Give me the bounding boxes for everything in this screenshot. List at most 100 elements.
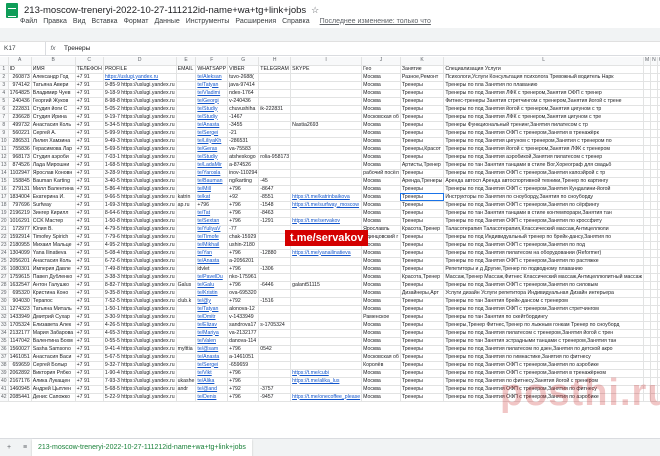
table-cell[interactable]: Bauman Karting (31, 177, 76, 186)
row-number[interactable]: 30 (0, 297, 9, 306)
table-cell[interactable]: Москва (361, 385, 401, 394)
header-cell[interactable]: VIBER (227, 65, 260, 74)
table-cell[interactable]: Москва (361, 257, 401, 266)
table-cell[interactable]: Тренеры по тан Занятия танцами в стиле В… (443, 161, 644, 170)
table-cell[interactable]: Сергей А. (31, 129, 76, 138)
table-cell[interactable]: Yana Ilinatieva (31, 249, 76, 258)
table-cell[interactable] (258, 89, 292, 98)
column-header[interactable]: E (176, 57, 197, 66)
table-cell[interactable] (176, 225, 197, 234)
table-cell[interactable] (650, 105, 658, 114)
table-cell[interactable] (290, 345, 363, 354)
add-sheet-button[interactable]: + (0, 444, 18, 451)
column-header[interactable]: F (195, 57, 229, 66)
table-cell[interactable]: Услуги дизайн Услуги репетитора Индивиду… (443, 289, 644, 298)
header-cell[interactable]: ТЕЛЕФОН (75, 65, 104, 74)
table-cell[interactable] (643, 273, 652, 282)
table-cell[interactable] (176, 337, 197, 346)
table-cell[interactable] (290, 361, 363, 370)
table-cell[interactable]: Москва (361, 281, 401, 290)
table-cell[interactable] (650, 249, 658, 258)
table-cell[interactable] (650, 313, 658, 322)
table-cell[interactable] (176, 177, 197, 186)
row-number[interactable]: 37 (0, 353, 9, 362)
table-cell[interactable]: Анастасия Коль (31, 121, 76, 130)
table-cell[interactable]: Массаж,Тренер Массаж,Фитнес Классический… (443, 273, 644, 282)
table-cell[interactable]: Тренеры (400, 81, 445, 90)
table-cell[interactable] (258, 353, 292, 362)
table-cell[interactable] (176, 153, 197, 162)
table-cell[interactable]: Михаил Мальце (31, 241, 76, 250)
table-cell[interactable]: Тренеры (400, 393, 445, 402)
table-cell[interactable]: 1-90-4 https://uslugi.yandex.ru (103, 369, 177, 378)
table-cell[interactable]: 5-05-2 https://uslugi.yandex.ru (103, 105, 177, 114)
table-cell[interactable]: 1-50-8 https://uslugi.yandex.ru (103, 217, 177, 226)
column-header[interactable]: A (8, 57, 32, 66)
table-cell[interactable]: Москва (361, 193, 401, 202)
table-cell[interactable]: -286531 (227, 137, 260, 146)
table-cell[interactable]: a-1461051 (227, 353, 260, 362)
table-cell[interactable]: 9-66-5 https://uslugi.yandex.ru (103, 193, 177, 202)
table-cell[interactable] (650, 225, 658, 234)
table-cell[interactable]: рабочий посёл (361, 169, 401, 178)
table-cell[interactable]: 7-49-8 https://uslugi.yandex.ru (103, 265, 177, 274)
table-cell[interactable]: Фитнес-тренеры Занятия стретчингом с тре… (443, 97, 644, 106)
table-cell[interactable]: Тренеры (400, 313, 445, 322)
table-cell[interactable]: 1592914 (8, 233, 32, 242)
table-cell[interactable] (643, 113, 652, 122)
table-cell[interactable]: Психологи,Услуги Консультация психолога … (443, 73, 644, 82)
table-cell[interactable] (290, 305, 363, 314)
table-cell[interactable]: 5-68-5 https://uslugi.yandex.ru (103, 385, 177, 394)
table-cell[interactable] (176, 209, 197, 218)
table-cell[interactable]: 4-26-5 https://uslugi.yandex.ru (103, 321, 177, 330)
table-cell[interactable] (643, 289, 652, 298)
table-cell[interactable] (176, 289, 197, 298)
row-number[interactable]: 28 (0, 281, 9, 290)
table-cell[interactable]: +7 91 (75, 89, 104, 98)
table-cell[interactable] (290, 113, 363, 122)
table-cell[interactable] (643, 217, 652, 226)
table-cell[interactable]: Тренеры (400, 345, 445, 354)
table-cell[interactable]: +796 (227, 393, 260, 402)
table-cell[interactable]: ap.ru (176, 201, 197, 210)
table-cell[interactable]: Тренеры по под Занятия ОФП с тренером,За… (443, 169, 644, 178)
table-cell[interactable]: 7-79-6 https://uslugi.yandex.ru (103, 233, 177, 242)
table-cell[interactable] (650, 193, 658, 202)
table-cell[interactable] (650, 265, 658, 274)
row-number[interactable]: 2 (0, 73, 9, 82)
table-cell[interactable]: Тренеры (400, 361, 445, 370)
table-cell[interactable]: Москва (361, 329, 401, 338)
table-cell[interactable]: 2085441 (8, 393, 32, 402)
table-cell[interactable] (290, 89, 363, 98)
table-cell[interactable]: Сергей Болыр (31, 361, 76, 370)
table-cell[interactable] (643, 185, 652, 194)
table-cell[interactable]: 236628 (8, 113, 32, 122)
table-cell[interactable]: 5-34-5 https://uslugi.yandex.ru (103, 121, 177, 130)
formula-input[interactable]: Тренеры (60, 45, 90, 52)
table-cell[interactable] (176, 121, 197, 130)
table-cell[interactable]: Королёв (361, 361, 401, 370)
table-cell[interactable] (650, 353, 658, 362)
table-cell[interactable]: 1461051 (8, 353, 32, 362)
table-cell[interactable]: Тренеры по под Занятия аэробикой,Занятия… (443, 153, 644, 162)
table-cell[interactable]: +7 91 (75, 369, 104, 378)
table-cell[interactable]: +7 91 (75, 225, 104, 234)
table-cell[interactable] (650, 129, 658, 138)
table-cell[interactable]: Таласотерапия Таласотерапия,Классический… (443, 225, 644, 234)
table-cell[interactable]: te/Yarosla (195, 169, 229, 178)
table-cell[interactable] (176, 137, 197, 146)
table-cell[interactable] (290, 137, 363, 146)
table-cell[interactable]: 8-98-8 https://uslugi.yandex.ru (103, 97, 177, 106)
table-cell[interactable]: Тренеры по под Занятия ОФП с тренером,За… (443, 217, 644, 226)
table-cell[interactable] (290, 185, 363, 194)
row-number[interactable]: 11 (0, 145, 9, 154)
table-cell[interactable]: -3757 (258, 385, 292, 394)
table-cell[interactable]: +7 91 (75, 73, 104, 82)
table-cell[interactable]: 286531 (8, 137, 32, 146)
table-cell[interactable]: Тренеры (400, 233, 445, 242)
table-cell[interactable] (643, 153, 652, 162)
table-cell[interactable] (650, 217, 658, 226)
table-cell[interactable]: a-2056201 (227, 257, 260, 266)
table-cell[interactable]: club.k (176, 297, 197, 306)
menu-item[interactable]: Справка (282, 18, 309, 25)
